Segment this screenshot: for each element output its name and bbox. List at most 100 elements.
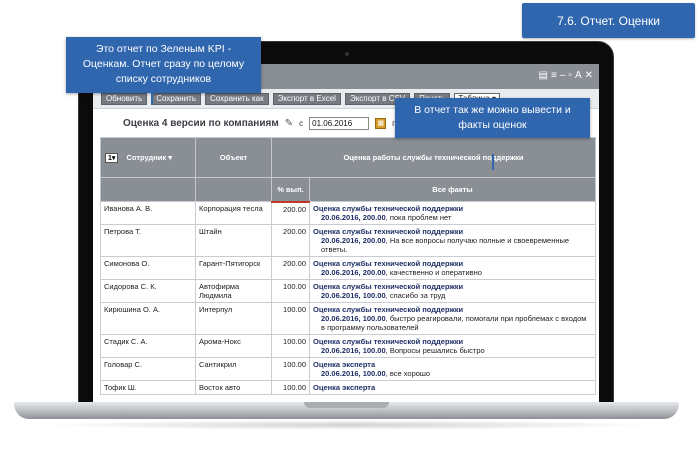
minimize-icon[interactable]: –: [560, 70, 566, 81]
fact-date-value: 20.06.2016, 200.00: [321, 213, 386, 222]
callout-report-description: Это отчет по Зеленым KPI - Оценкам. Отче…: [66, 37, 261, 93]
window-controls: ▤ ≡ – ▫ A ✕: [539, 70, 593, 81]
fact-date-value: 20.06.2016, 200.00: [321, 236, 386, 245]
object-cell: Корпорация тесла: [195, 201, 272, 225]
object-subheader: [195, 177, 272, 202]
object-cell: Сантикрил: [195, 357, 272, 381]
callout-facts-description: В отчет так же можно вывести и факты оце…: [395, 98, 590, 139]
facts-cell: Оценка эксперта 20.06.2016, 100.00, все х…: [309, 357, 596, 381]
layout-icon[interactable]: ▤: [539, 70, 548, 81]
facts-cell: Оценка службы технической поддержки 20.06…: [309, 224, 596, 257]
fact-line: 20.06.2016, 100.00, спасибо за труд: [313, 291, 592, 300]
facts-cell: Оценка службы технической поддержки 20.06…: [309, 201, 596, 225]
employee-cell: Петрова Т.: [100, 224, 196, 257]
percent-cell: 100.00: [271, 334, 310, 358]
facts-column-header[interactable]: Все факты: [309, 177, 596, 202]
facts-cell: Оценка службы технической поддержки 20.06…: [309, 256, 596, 280]
table-row[interactable]: Иванова А. В. Корпорация тесла 200.00 Оценк…: [100, 201, 596, 225]
table-row[interactable]: Петрова Т. Штайн 200.00 Оценка службы техни…: [100, 224, 596, 257]
percent-cell: 100.00: [271, 357, 310, 381]
fact-text: , все хорошо: [385, 369, 431, 378]
fact-title: Оценка службы технической поддержки: [313, 204, 464, 213]
object-cell: Автофирма Людмила: [195, 279, 272, 303]
fact-line: 20.06.2016, 100.00, Вопросы решались быс…: [313, 346, 592, 355]
percent-cell: 100.00: [271, 380, 310, 395]
facts-cell: Оценка службы технической поддержки 20.06…: [309, 334, 596, 358]
employee-cell: Симонова О.: [100, 256, 196, 280]
fact-date-value: 20.06.2016, 100.00: [321, 369, 386, 378]
percent-column-header[interactable]: % вып.: [271, 177, 310, 203]
table-row[interactable]: Головар С. Сантикрил 100.00 Оценка эксперта…: [100, 357, 596, 381]
employee-cell: Головар С.: [100, 357, 196, 381]
employee-cell: Кирюшина О. А.: [100, 302, 196, 335]
callout-right-pointer: [492, 154, 494, 170]
facts-cell: Оценка службы технической поддержки 20.06…: [309, 302, 596, 335]
table-row[interactable]: Сидорова С. К. Автофирма Людмила 100.00 Оце…: [100, 279, 596, 303]
save-as-button[interactable]: Сохранить как: [205, 92, 269, 105]
fact-text: , качественно и оперативно: [385, 268, 482, 277]
employee-cell: Иванова А. В.: [100, 201, 196, 225]
object-cell: Восток авто: [195, 380, 272, 395]
camera-dot: [345, 52, 349, 56]
fact-line: 20.06.2016, 100.00, все хорошо: [313, 369, 592, 378]
percent-cell: 200.00: [271, 201, 310, 225]
sort-value: 1: [108, 154, 112, 162]
employee-cell: Стадик С. А.: [100, 334, 196, 358]
percent-cell: 200.00: [271, 256, 310, 280]
table-row[interactable]: Стадик С. А. Арома-Нокс 100.00 Оценка служб…: [100, 334, 596, 358]
percent-cell: 200.00: [271, 224, 310, 257]
table-row[interactable]: Кирюшина О. А. Интерпул 100.00 Оценка служб…: [100, 302, 596, 335]
date-from-label: с: [299, 118, 304, 128]
fact-line: 20.06.2016, 200.00, На все вопросы получ…: [313, 236, 592, 254]
fact-title: Оценка эксперта: [313, 360, 376, 369]
laptop-shadow: [40, 420, 657, 430]
calendar-icon[interactable]: ▦: [375, 117, 387, 129]
fact-line: 20.06.2016, 200.00, качественно и операт…: [313, 268, 592, 277]
fact-text: , пока проблем нет: [385, 213, 452, 222]
fact-title: Оценка эксперта: [313, 383, 376, 392]
table-row[interactable]: Симонова О. Гарант-Пятигорск 200.00 Оценка …: [100, 256, 596, 280]
fact-line: 20.06.2016, 200.00, пока проблем нет: [313, 213, 592, 222]
laptop-base: [14, 402, 679, 419]
fact-title: Оценка службы технической поддержки: [313, 305, 464, 314]
fact-title: Оценка службы технической поддержки: [313, 259, 464, 268]
employee-subheader: [100, 177, 196, 202]
fact-title: Оценка службы технической поддержки: [313, 227, 464, 236]
fact-date-value: 20.06.2016, 100.00: [321, 291, 386, 300]
save-button[interactable]: Сохранить: [151, 92, 201, 105]
fact-date-value: 20.06.2016, 200.00: [321, 268, 386, 277]
employee-cell: Сидорова С. К.: [100, 279, 196, 303]
table-row[interactable]: Тофик Ш. Восток авто 100.00 Оценка эксперта: [100, 380, 596, 395]
edit-pencil-icon[interactable]: ✎: [285, 118, 293, 129]
object-column-header[interactable]: Объект: [195, 137, 272, 178]
laptop-lid: ▤ ≡ – ▫ A ✕ Обновить Сохранить Сохранить…: [78, 41, 614, 409]
report-title: Оценка 4 версии по компаниям: [123, 117, 279, 129]
callout-left-pointer: [151, 93, 153, 105]
object-cell: Интерпул: [195, 302, 272, 335]
kpi-group-header: Оценка работы службы технической поддерж…: [271, 137, 596, 178]
maximize-icon[interactable]: ▫: [568, 70, 572, 81]
font-size-icon[interactable]: A: [575, 70, 582, 81]
date-from-input[interactable]: 01.06.2016: [309, 116, 370, 130]
employee-column-header[interactable]: 1▾ Сотрудник ▾: [100, 137, 196, 178]
fact-text: , спасибо за труд: [385, 291, 446, 300]
slide-section-badge: 7.6. Отчет. Оценки: [522, 3, 695, 38]
refresh-button[interactable]: Обновить: [101, 92, 148, 105]
fact-date-value: 20.06.2016, 100.00: [321, 346, 386, 355]
object-cell: Штайн: [195, 224, 272, 257]
employee-cell: Тофик Ш.: [100, 380, 196, 395]
employee-header-label: Сотрудник: [126, 152, 167, 162]
export-excel-button[interactable]: Экспорт в Excel: [272, 92, 341, 105]
menu-icon[interactable]: ≡: [551, 70, 557, 81]
fact-title: Оценка службы технической поддержки: [313, 282, 464, 291]
facts-cell: Оценка службы технической поддержки 20.06…: [309, 279, 596, 303]
facts-cell: Оценка эксперта: [309, 380, 596, 395]
kpi-report-table: 1▾ Сотрудник ▾ Объект Оценка работы служ…: [100, 137, 596, 395]
object-cell: Гарант-Пятигорск: [195, 256, 272, 280]
fact-title: Оценка службы технической поддержки: [313, 337, 464, 346]
laptop-base-notch: [304, 402, 389, 408]
fact-line: 20.06.2016, 100.00, быстро реагировали, …: [313, 314, 592, 332]
close-icon[interactable]: ✕: [585, 70, 593, 81]
percent-cell: 100.00: [271, 279, 310, 303]
sort-selector[interactable]: 1▾: [105, 152, 119, 163]
